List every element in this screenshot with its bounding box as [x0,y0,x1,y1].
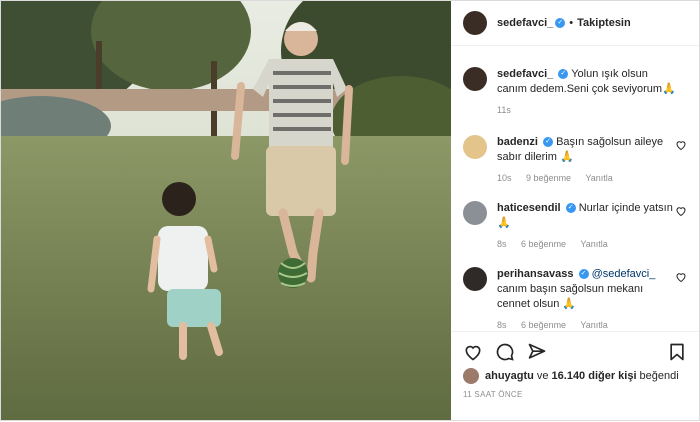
comment-text: canım başın sağolsun mekanı cennet olsun… [497,283,644,310]
likes-suffix: beğendi [639,370,679,382]
comment-username[interactable]: perihansavass [497,268,573,280]
comment-heart-icon[interactable] [675,205,687,217]
verified-badge-icon: ✓ [555,18,566,28]
verified-badge-icon: ✓ [578,269,589,280]
comment-heart-icon[interactable] [675,139,687,151]
likes-user[interactable]: ahuyagtu [485,370,534,382]
avatar[interactable] [463,201,487,225]
comment-item: haticesendil ✓ Nurlar içinde yatsın🙏 8s … [463,201,687,252]
reply-button[interactable]: Yanıtla [580,320,607,330]
caption: sedefavci_ ✓ Yolun ışık olsun canım dede… [463,67,687,118]
caption-time[interactable]: 11s [497,105,511,115]
post-time[interactable]: 11 SAAT ÖNCE [451,384,699,399]
reply-button[interactable]: Yanıtla [580,239,607,249]
verified-badge-icon: ✓ [558,69,569,80]
post-side-panel: sedefavci_ ✓ • Takiptesin sedefavci_ ✓ Y… [451,1,699,420]
comment-likes[interactable]: 6 beğenme [521,320,566,330]
separator-dot: • [569,17,574,29]
likes-count[interactable]: 16.140 diğer kişi [552,370,637,382]
comment-heart-icon[interactable] [675,271,687,283]
comment-mention[interactable]: @sedefavci_ [592,268,656,280]
avatar[interactable] [463,11,487,35]
comment-icon[interactable] [495,342,515,362]
comment-likes[interactable]: 9 beğenme [526,173,571,183]
post-photo[interactable] [1,1,451,420]
comment-item: perihansavass ✓ @sedefavci_ canım başın … [463,267,687,333]
bookmark-icon[interactable] [667,342,687,362]
post-actions: ahuyagtu ve 16.140 diğer kişi beğendi 11… [451,331,699,422]
comment-item: badenzi ✓ Başın sağolsun aileye sabır di… [463,135,687,186]
caption-username[interactable]: sedefavci_ [497,68,553,80]
comment-likes[interactable]: 6 beğenme [521,239,566,249]
verified-badge-icon: ✓ [543,137,554,148]
comment-username[interactable]: badenzi [497,136,538,148]
avatar[interactable] [463,267,487,291]
photo-scene [1,1,451,420]
header-username[interactable]: sedefavci_ [497,17,553,29]
follow-status-button[interactable]: Takiptesin [577,17,631,29]
avatar[interactable] [463,368,479,384]
likes-connector: ve [536,370,549,382]
post-header: sedefavci_ ✓ • Takiptesin [451,1,699,46]
avatar[interactable] [463,135,487,159]
heart-icon[interactable] [463,342,483,362]
reply-button[interactable]: Yanıtla [585,173,612,183]
comment-time[interactable]: 10s [497,173,512,183]
comment-username[interactable]: haticesendil [497,202,561,214]
comment-time[interactable]: 8s [497,320,507,330]
verified-badge-icon: ✓ [565,203,576,214]
avatar[interactable] [463,67,487,91]
instagram-post: sedefavci_ ✓ • Takiptesin sedefavci_ ✓ Y… [0,0,700,421]
comment-time[interactable]: 8s [497,239,507,249]
share-icon[interactable] [527,342,547,362]
likes-summary: ahuyagtu ve 16.140 diğer kişi beğendi [451,362,699,384]
